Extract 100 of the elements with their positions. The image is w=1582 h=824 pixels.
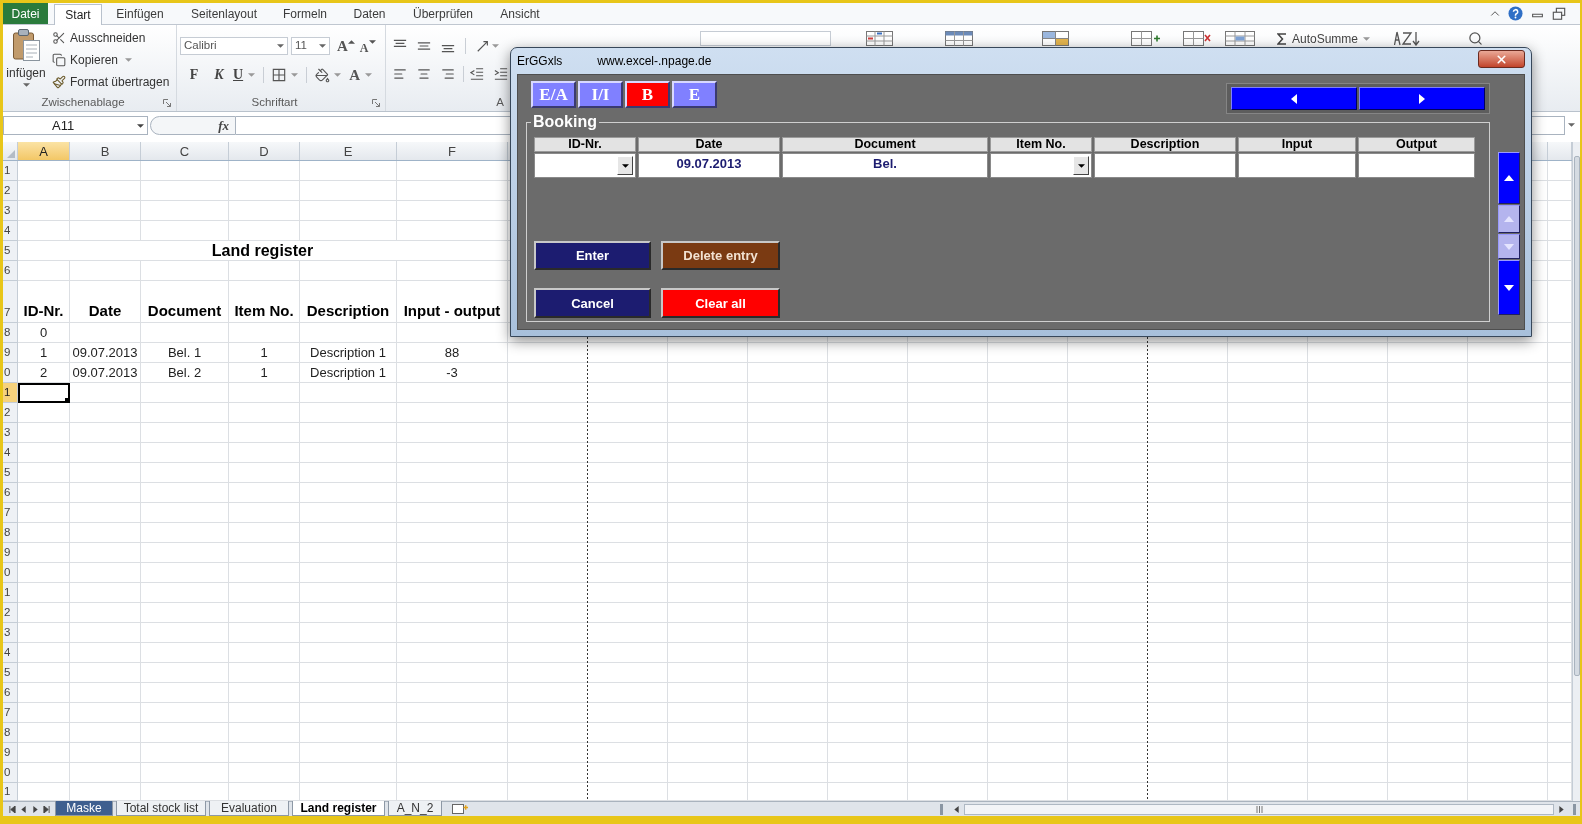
ribbon-tab[interactable]: Einfügen	[102, 3, 178, 24]
paste-button[interactable]: infügen	[3, 25, 49, 95]
cut-button[interactable]: Ausschneiden	[52, 27, 170, 49]
row-header[interactable]: 8	[3, 523, 18, 543]
row-header[interactable]: 4	[3, 643, 18, 663]
indent-decrease-icon[interactable]	[470, 67, 484, 81]
row-header[interactable]: 6	[3, 683, 18, 703]
row-header[interactable]: 8	[3, 723, 18, 743]
scrollbar-thumb[interactable]	[1573, 156, 1580, 676]
last-sheet-icon[interactable]	[42, 805, 50, 813]
row-header[interactable]: 0	[3, 363, 18, 383]
column-header[interactable]: E	[300, 142, 397, 160]
row-header[interactable]: 9	[3, 743, 18, 763]
font-name-field[interactable]: Calibri	[180, 37, 288, 55]
row-header[interactable]: 1	[3, 583, 18, 603]
ribbon-tab[interactable]: Ansicht	[487, 3, 553, 24]
scroll-right-icon[interactable]	[1558, 805, 1565, 813]
dropdown-button[interactable]	[1073, 156, 1089, 175]
file-tab[interactable]: Datei	[3, 3, 48, 24]
grow-font-button[interactable]: A	[337, 38, 355, 54]
italic-button[interactable]: K	[211, 68, 227, 82]
dialog-button[interactable]: Clear all	[661, 288, 780, 318]
scroll-left-icon[interactable]	[953, 805, 960, 813]
row-header[interactable]: 7	[3, 503, 18, 523]
insert-cells-icon[interactable]	[1131, 31, 1161, 46]
row-header[interactable]: 9	[3, 543, 18, 563]
dialog-button[interactable]: Cancel	[534, 288, 651, 318]
shrink-font-button[interactable]: A	[359, 41, 376, 54]
borders-button[interactable]	[272, 68, 299, 82]
row-header[interactable]: 6	[3, 261, 18, 281]
first-sheet-icon[interactable]	[9, 805, 17, 813]
column-header[interactable]: A	[18, 142, 70, 160]
row-header[interactable]: 0	[3, 563, 18, 583]
column-header[interactable]: B	[70, 142, 141, 160]
number-format-field[interactable]	[700, 31, 831, 46]
column-header[interactable]: C	[141, 142, 229, 160]
sheet-tab[interactable]: Maske	[55, 801, 113, 816]
sheet-tab[interactable]: Total stock list	[116, 801, 206, 816]
format-painter-button[interactable]: Format übertragen	[52, 71, 170, 93]
row-header[interactable]: 3	[3, 423, 18, 443]
row-header[interactable]: 7	[3, 703, 18, 723]
font-size-field[interactable]: 11	[291, 37, 330, 55]
close-button[interactable]	[1478, 50, 1525, 68]
next-sheet-icon[interactable]	[31, 805, 39, 813]
row-header[interactable]: 4	[3, 221, 18, 241]
search-icon[interactable]	[1468, 31, 1484, 46]
split-handle[interactable]	[940, 803, 943, 815]
next-button[interactable]	[1359, 87, 1485, 110]
row-header[interactable]: 3	[3, 623, 18, 643]
row-header[interactable]: 1	[3, 783, 18, 801]
row-header[interactable]: 2	[3, 403, 18, 423]
restore-icon[interactable]	[1552, 6, 1566, 21]
text-field[interactable]	[1358, 153, 1475, 178]
row-header[interactable]: 0	[3, 763, 18, 783]
align-center-icon[interactable]	[417, 67, 431, 81]
bold-button[interactable]: F	[186, 68, 202, 82]
dropdown-field[interactable]	[990, 153, 1092, 178]
column-header[interactable]: F	[397, 142, 508, 160]
row-header[interactable]: 2	[3, 181, 18, 201]
scroll-up-button[interactable]	[1498, 152, 1520, 204]
cells-icon[interactable]	[1042, 31, 1069, 46]
horizontal-scrollbar[interactable]	[964, 803, 1554, 815]
new-sheet-icon[interactable]	[451, 803, 469, 815]
vertical-scrollbar[interactable]	[1572, 142, 1580, 801]
text-field[interactable]: 09.07.2013	[638, 153, 780, 178]
row-header[interactable]: 6	[3, 483, 18, 503]
sheet-tab[interactable]: Evaluation	[209, 801, 289, 816]
dialog-launcher-icon[interactable]	[163, 99, 171, 107]
align-right-icon[interactable]	[441, 67, 455, 81]
font-color-button[interactable]: A	[349, 67, 372, 83]
diagonal-arrow-icon[interactable]	[476, 39, 490, 53]
format-cells-icon[interactable]	[1225, 31, 1255, 46]
help-icon[interactable]	[1508, 6, 1523, 21]
selected-cell[interactable]	[18, 383, 70, 403]
ribbon-tab[interactable]: Start	[54, 4, 102, 25]
ribbon-tab[interactable]: Formeln	[270, 3, 340, 24]
row-header[interactable]: 9	[3, 343, 18, 363]
row-header[interactable]: 4	[3, 443, 18, 463]
dialog-button[interactable]: Enter	[534, 241, 651, 270]
autosum-button[interactable]: AutoSumme	[1277, 31, 1371, 46]
row-header[interactable]: 5	[3, 241, 18, 261]
name-box[interactable]: A11	[3, 116, 148, 135]
align-middle-icon[interactable]	[417, 39, 431, 53]
row-header[interactable]: 3	[3, 201, 18, 221]
delete-cells-icon[interactable]	[1183, 31, 1211, 46]
dialog-button[interactable]: Delete entry	[661, 241, 780, 270]
sheet-tab[interactable]: Land register	[292, 801, 385, 816]
text-field[interactable]: Bel.	[782, 153, 988, 178]
copy-button[interactable]: Kopieren	[52, 49, 170, 71]
row-header[interactable]: 7	[3, 281, 18, 323]
row-header[interactable]: 2	[3, 603, 18, 623]
text-field[interactable]	[1238, 153, 1356, 178]
scroll-down-button[interactable]	[1498, 260, 1520, 315]
mode-button[interactable]: B	[625, 81, 670, 108]
ribbon-tab[interactable]: Seitenlayout	[178, 3, 270, 24]
underline-button[interactable]: U	[233, 68, 256, 82]
sheet-tab[interactable]: A_N_2	[388, 801, 442, 816]
row-header[interactable]: 1	[3, 383, 18, 403]
row-header[interactable]: 1	[3, 161, 18, 181]
insert-function-button[interactable]: fx	[150, 116, 236, 135]
